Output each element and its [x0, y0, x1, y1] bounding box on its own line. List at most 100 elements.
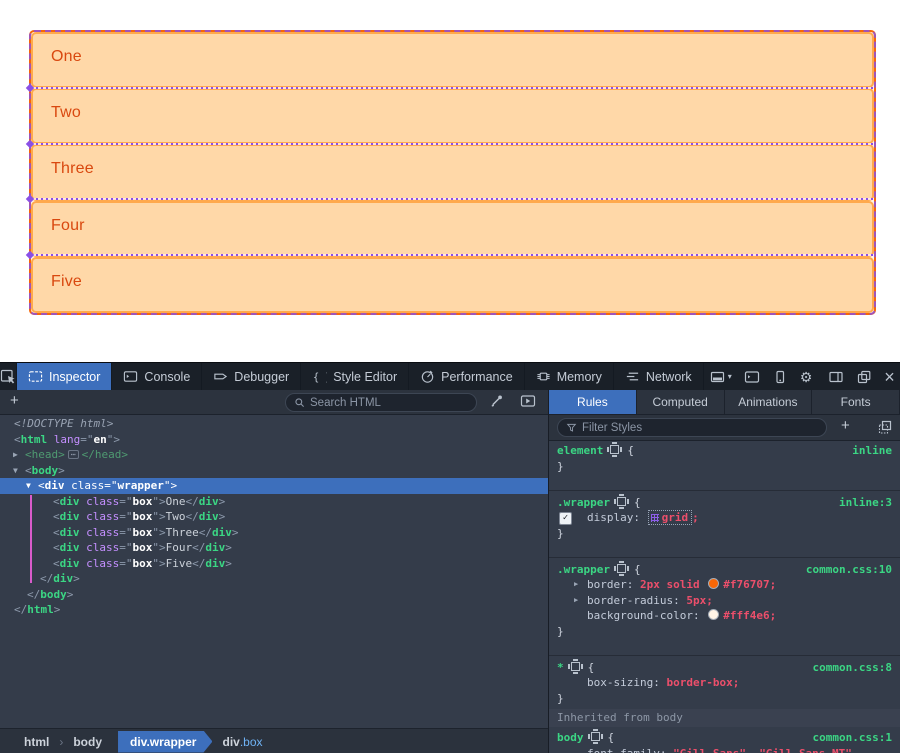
code-line[interactable]: .wrapper{inline:3: [549, 495, 900, 511]
code-line[interactable]: [549, 474, 900, 491]
network-icon: [625, 369, 640, 384]
add-rule-button[interactable]: +: [841, 417, 850, 434]
sidebar-toggle-button[interactable]: [822, 363, 850, 390]
code-line[interactable]: [549, 541, 900, 558]
tab-computed[interactable]: Computed: [637, 390, 725, 414]
breadcrumb-div-wrapper[interactable]: div.wrapper: [118, 731, 212, 753]
stylesheet-link[interactable]: common.css:1: [813, 730, 892, 746]
code-token: }: [557, 460, 564, 473]
code-token: >: [225, 541, 232, 554]
code-line[interactable]: }: [549, 526, 900, 542]
responsive-mode-button[interactable]: [766, 363, 794, 390]
code-line[interactable]: .wrapper{common.css:10: [549, 562, 900, 578]
search-html-input[interactable]: Search HTML: [285, 393, 477, 412]
code-line[interactable]: *{common.css:8: [549, 660, 900, 676]
stylesheet-link[interactable]: common.css:10: [806, 562, 892, 578]
expand-arrow-icon[interactable]: ▶: [574, 593, 578, 609]
code-line[interactable]: ▼<body>: [0, 463, 548, 479]
tab-performance[interactable]: Performance: [409, 363, 525, 390]
pseudo-class-button[interactable]: [871, 419, 899, 435]
rules-pane: Rules Computed Animations Fonts Filter S…: [549, 390, 900, 753]
dock-options-button[interactable]: ▾: [704, 363, 738, 390]
code-token: Two: [166, 510, 186, 523]
property-checkbox[interactable]: ✓: [559, 512, 572, 525]
rule-gear-icon[interactable]: [617, 497, 626, 506]
rule-gear-icon[interactable]: [571, 662, 580, 671]
code-token: :: [693, 609, 706, 622]
breadcrumb-class: .box: [240, 735, 263, 749]
close-devtools-button[interactable]: ×: [878, 363, 900, 390]
code-line[interactable]: </body>: [0, 587, 548, 603]
code-line[interactable]: ▶<head>⋯</head>: [0, 447, 548, 463]
tab-style-editor[interactable]: { } Style Editor: [301, 363, 409, 390]
grid-value-toggle[interactable]: grid: [648, 510, 693, 525]
markup-line-selected[interactable]: ▼<div class="wrapper">: [0, 478, 548, 494]
breadcrumb: html › body div.wrapper div.box: [0, 728, 548, 753]
code-line[interactable]: [549, 639, 900, 656]
code-line[interactable]: </html>: [0, 602, 548, 618]
code-line[interactable]: }: [549, 691, 900, 707]
code-line[interactable]: background-color: #fff4e6;: [549, 608, 900, 624]
code-line[interactable]: <div class="box">Four</div>: [0, 540, 548, 556]
tab-console[interactable]: Console: [112, 363, 202, 390]
code-token: div: [199, 495, 219, 508]
code-line[interactable]: <!DOCTYPE html>: [0, 416, 548, 432]
code-token: box: [133, 541, 153, 554]
rule-gear-icon[interactable]: [610, 445, 619, 454]
code-line[interactable]: Inherited from body: [549, 709, 900, 727]
code-line[interactable]: ▶border: 2px solid #f76707;: [549, 577, 900, 593]
tab-animations[interactable]: Animations: [725, 390, 813, 414]
code-token: {: [588, 661, 595, 674]
filter-funnel-icon: [566, 422, 577, 433]
tab-fonts[interactable]: Fonts: [812, 390, 900, 414]
code-line[interactable]: <div class="box">Five</div>: [0, 556, 548, 572]
code-line[interactable]: body{common.css:1: [549, 730, 900, 746]
code-line[interactable]: font-family: "Gill Sans", "Gill Sans MT"…: [549, 746, 900, 753]
split-console-button[interactable]: [738, 363, 766, 390]
rule-gear-icon[interactable]: [617, 564, 626, 573]
code-line[interactable]: <div class="box">Three</div>: [0, 525, 548, 541]
color-swatch[interactable]: [708, 609, 719, 620]
tab-network[interactable]: Network: [614, 363, 704, 390]
stylesheet-link[interactable]: common.css:8: [813, 660, 892, 676]
code-line[interactable]: <html lang="en">: [0, 432, 548, 448]
tab-rules[interactable]: Rules: [549, 390, 637, 414]
code-token: =": [119, 541, 132, 554]
code-token: <: [53, 557, 60, 570]
code-token: =": [119, 526, 132, 539]
eyedropper-button[interactable]: [483, 393, 510, 408]
color-swatch[interactable]: [708, 578, 719, 589]
pop-out-button[interactable]: [850, 363, 878, 390]
code-token: >: [219, 495, 226, 508]
settings-button[interactable]: ⚙: [794, 363, 819, 390]
code-line[interactable]: }: [549, 459, 900, 475]
code-token: =": [104, 479, 117, 492]
code-line[interactable]: </div>: [0, 571, 548, 587]
breadcrumb-html[interactable]: html: [14, 735, 59, 749]
code-token: ">: [152, 510, 165, 523]
code-line[interactable]: <div class="box">One</div>: [0, 494, 548, 510]
tab-debugger[interactable]: Debugger: [202, 363, 301, 390]
filter-styles-input[interactable]: Filter Styles: [557, 418, 827, 437]
stylesheet-link[interactable]: inline: [852, 443, 892, 459]
code-token: Inherited from body: [557, 711, 683, 724]
tab-inspector[interactable]: Inspector: [17, 363, 112, 390]
code-token: ▼: [26, 478, 38, 494]
code-line[interactable]: box-sizing: border-box;: [549, 675, 900, 691]
code-line[interactable]: ▶border-radius: 5px;: [549, 593, 900, 609]
stylesheet-link[interactable]: inline:3: [839, 495, 892, 511]
code-line[interactable]: <div class="box">Two</div>: [0, 509, 548, 525]
grid-box-one: One: [31, 32, 874, 88]
media-simulation-button[interactable]: [514, 393, 542, 409]
expand-arrow-icon[interactable]: ▶: [574, 577, 578, 593]
code-token: html: [21, 433, 48, 446]
rule-gear-icon[interactable]: [591, 732, 600, 741]
code-line[interactable]: ✓display: grid;: [549, 510, 900, 526]
breadcrumb-div-box[interactable]: div.box: [212, 735, 272, 749]
tab-memory[interactable]: Memory: [525, 363, 614, 390]
code-line[interactable]: element{inline: [549, 443, 900, 459]
pick-element-button[interactable]: [0, 363, 17, 390]
code-line[interactable]: }: [549, 624, 900, 640]
breadcrumb-body[interactable]: body: [63, 735, 112, 749]
add-node-button[interactable]: +: [10, 392, 19, 409]
